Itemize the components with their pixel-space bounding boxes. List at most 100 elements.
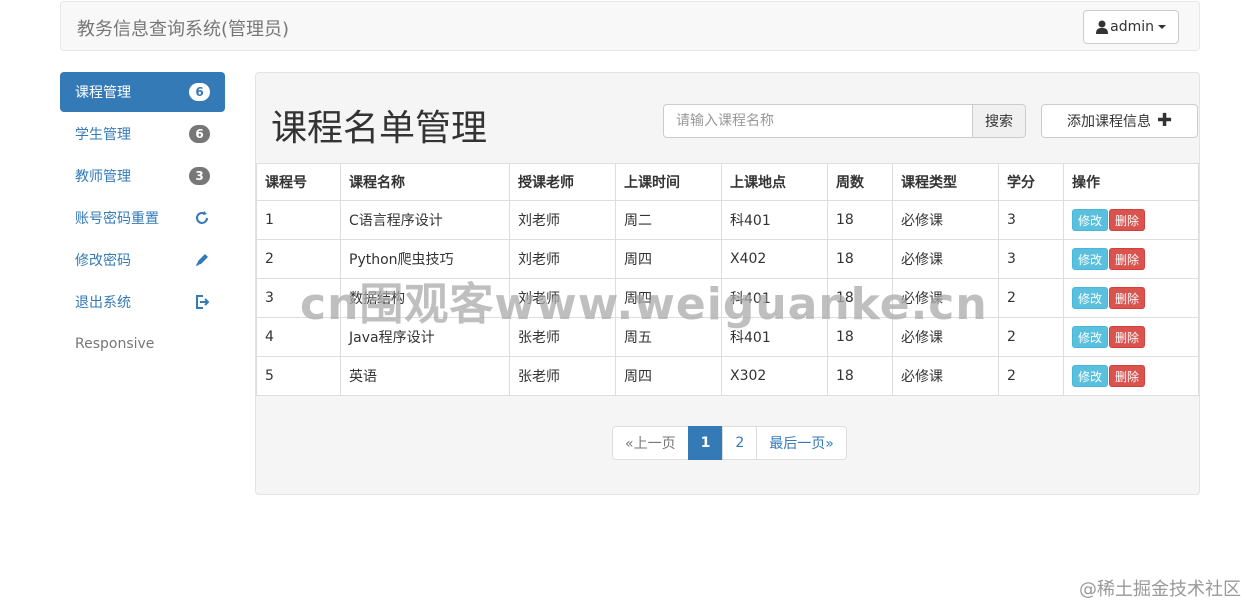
count-badge: 6 [189,125,210,143]
page-link-2[interactable]: 2 [722,426,758,460]
table-cell: 18 [827,356,893,396]
table-cell: 1 [256,200,341,240]
user-icon [1096,20,1109,34]
table-cell: 必修课 [892,200,999,240]
table-cell: C语言程序设计 [340,200,510,240]
actions-cell: 修改 删除 [1063,200,1199,240]
table-cell: 周五 [615,317,722,357]
edit-button[interactable]: 修改 [1072,365,1109,387]
sidebar-item-label: 课程管理 [75,85,131,101]
table-cell: 周四 [615,239,722,279]
table-cell: 张老师 [509,356,616,396]
edit-button[interactable]: 修改 [1072,326,1109,348]
actions-cell: 修改 删除 [1063,356,1199,396]
table-cell: 数据结构 [340,278,510,318]
column-header: 上课地点 [721,163,828,201]
column-header: 周数 [827,163,893,201]
sidebar-item-responsive[interactable]: Responsive [60,324,225,364]
corner-watermark: @稀土掘金技术社区 [1079,579,1241,600]
table-cell: 必修课 [892,317,999,357]
user-dropdown-button[interactable]: admin [1083,10,1179,44]
add-course-button[interactable]: 添加课程信息 ✚ [1041,104,1198,138]
delete-button[interactable]: 删除 [1109,287,1146,309]
table-cell: 18 [827,278,893,318]
sidebar-item-label: 修改密码 [75,253,131,269]
column-header: 课程名称 [340,163,510,201]
table-cell: 5 [256,356,341,396]
table-cell: 英语 [340,356,510,396]
prev-page-link[interactable]: «上一页 [612,426,689,460]
column-header: 授课老师 [509,163,616,201]
column-header: 课程类型 [892,163,999,201]
table-row: 5 英语 张老师 周四 X302 18 必修课 2 修改 删除 [256,356,1199,396]
table-cell: 周四 [615,278,722,318]
search-group: 搜索 [663,104,1026,138]
course-table: 课程号 课程名称 授课老师 上课时间 上课地点 周数 课程类型 学分 操作 1C… [256,163,1199,396]
edit-button[interactable]: 修改 [1072,248,1109,270]
table-cell: 3 [998,200,1064,240]
app-brand[interactable]: 教务信息查询系统(管理员) [77,15,289,41]
table-cell: 3 [256,278,341,318]
count-badge: 6 [189,83,210,101]
sidebar-item-label: 账号密码重置 [75,211,159,227]
column-header: 课程号 [256,163,341,201]
count-badge: 3 [189,167,210,185]
page-link-1[interactable]: 1 [687,426,724,460]
column-header: 操作 [1063,163,1199,201]
sidebar-item-label: Responsive [75,336,155,352]
chevron-down-icon [1158,25,1166,29]
sidebar-item-reset-password[interactable]: 账号密码重置 [60,198,225,238]
last-page-link[interactable]: 最后一页» [756,426,847,460]
sidebar-item-student[interactable]: 学生管理 6 [60,114,225,154]
sidebar-item-logout[interactable]: 退出系统 [60,282,225,322]
table-cell: X302 [721,356,828,396]
pencil-icon [196,254,208,266]
table-cell: 周二 [615,200,722,240]
table-cell: 科401 [721,200,828,240]
sidebar-item-label: 教师管理 [75,169,131,185]
table-cell: 刘老师 [509,278,616,318]
page-title: 课程名单管理 [271,108,488,149]
actions-cell: 修改 删除 [1063,278,1199,318]
table-cell: Python爬虫技巧 [340,239,510,279]
table-cell: 18 [827,200,893,240]
table-cell: 必修课 [892,356,999,396]
table-cell: 科401 [721,278,828,318]
table-cell: 2 [998,278,1064,318]
user-name: admin [1110,19,1154,35]
table-cell: Java程序设计 [340,317,510,357]
table-cell: 2 [998,356,1064,396]
delete-button[interactable]: 删除 [1109,209,1146,231]
sidebar-item-change-password[interactable]: 修改密码 [60,240,225,280]
table-cell: 必修课 [892,278,999,318]
logout-icon [196,295,210,309]
table-cell: 张老师 [509,317,616,357]
table-cell: 刘老师 [509,239,616,279]
table-row: 2 Python爬虫技巧 刘老师 周四 X402 18 必修课 3 修改 删除 [256,239,1199,279]
top-navbar: 教务信息查询系统(管理员) admin [60,1,1200,51]
table-cell: 18 [827,317,893,357]
edit-button[interactable]: 修改 [1072,287,1109,309]
table-cell: 4 [256,317,341,357]
search-button[interactable]: 搜索 [972,104,1026,138]
delete-button[interactable]: 删除 [1109,326,1146,348]
column-header: 学分 [998,163,1064,201]
delete-button[interactable]: 删除 [1109,365,1146,387]
sidebar-item-label: 退出系统 [75,295,131,311]
sidebar-item-teacher[interactable]: 教师管理 3 [60,156,225,196]
add-course-label: 添加课程信息 [1066,114,1151,130]
table-cell: 刘老师 [509,200,616,240]
table-cell: 周四 [615,356,722,396]
table-cell: 2 [998,317,1064,357]
delete-button[interactable]: 删除 [1109,248,1146,270]
table-cell: 2 [256,239,341,279]
sidebar-item-course[interactable]: 课程管理 6 [60,72,225,112]
table-cell: 3 [998,239,1064,279]
table-row: 3 数据结构 刘老师 周四 科401 18 必修课 2 修改 删除 [256,278,1199,318]
sidebar: 课程管理 6 学生管理 6 教师管理 3 账号密码重置 修改密码 退出系统 Re… [60,72,225,366]
search-input[interactable] [663,104,972,138]
edit-button[interactable]: 修改 [1072,209,1109,231]
plus-icon: ✚ [1156,110,1173,131]
table-cell: 18 [827,239,893,279]
actions-cell: 修改 删除 [1063,239,1199,279]
